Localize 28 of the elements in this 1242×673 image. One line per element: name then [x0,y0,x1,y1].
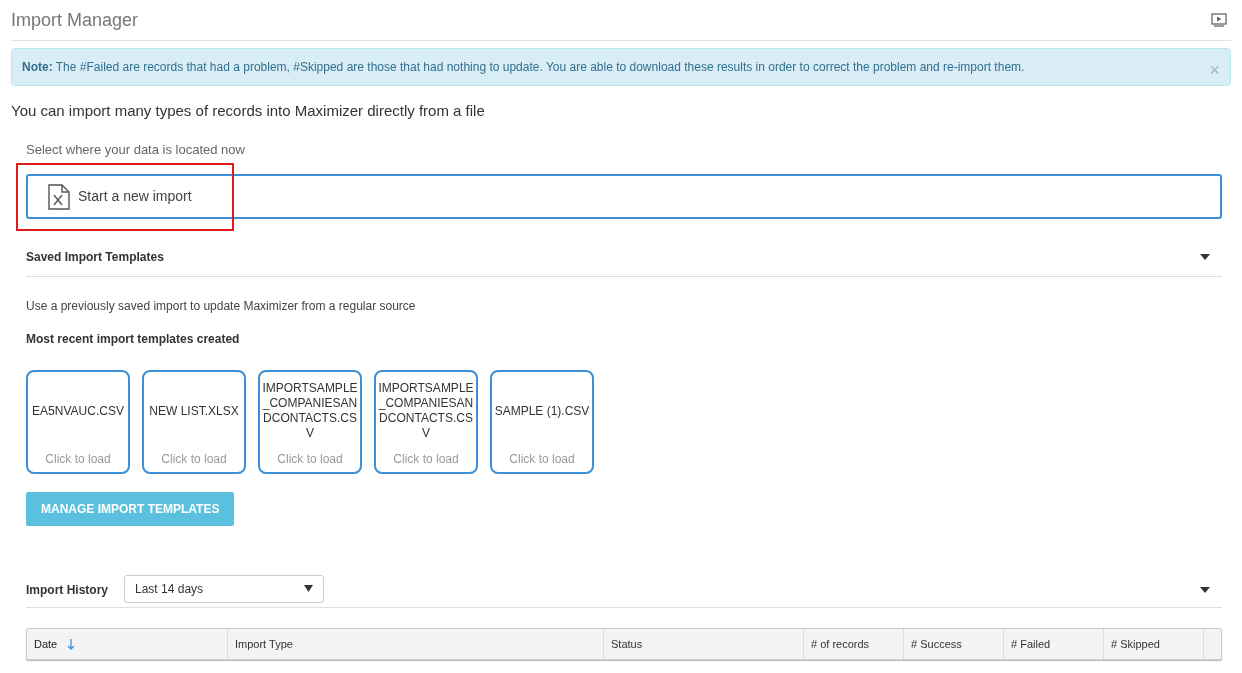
column-header[interactable]: # Skipped [1104,629,1204,659]
column-header[interactable]: Status [604,629,804,659]
template-card[interactable]: IMPORTSAMPLE_COMPANIESANDCONTACTS.CSV Click to load [374,370,478,474]
description-text: Use a previously saved import to update Maximizer from a regular source [26,298,417,315]
section-heading: You can import many types of records into Maximizer directly from a file [11,101,486,121]
column-header[interactable]: # Failed [1004,629,1104,659]
column-header[interactable]: # Success [904,629,1004,659]
column-header[interactable]: Import Type [228,629,604,659]
subsection-title: Most recent import templates created [26,331,241,348]
caret-icon[interactable] [1200,252,1210,261]
template-card[interactable]: SAMPLE (1).CSV Click to load [490,370,594,474]
template-card[interactable]: EA5NVAUC.CSV Click to load [26,370,130,474]
column-header[interactable]: # of records [804,629,904,659]
note-text: Note: The #Failed are records that had a problem, #Skipped are those that had nothing to update. You are able to download these results in order to correct the problem and re-import them. [22,59,1025,76]
period-dropdown[interactable]: Last 14 days [124,574,324,603]
template-card[interactable]: NEW LIST.XLSX Click to load [142,370,246,474]
template-card[interactable]: IMPORTSAMPLE_COMPANIESANDCONTACTS.CSV Click to load [258,370,362,474]
video-icon[interactable] [1211,13,1227,27]
column-header[interactable]: Date [27,629,228,659]
start-import-button[interactable]: Start a new import [26,174,1222,219]
caret-icon [304,585,313,592]
caret-icon[interactable] [1200,585,1210,594]
excel-file-icon [48,183,70,210]
sort-arrow-icon [67,638,76,650]
page-title: Import Manager [11,8,139,32]
instruction-text: Select where your data is located now [26,140,246,159]
section-title: Import History [26,581,108,599]
section-title: Saved Import Templates [26,248,164,266]
